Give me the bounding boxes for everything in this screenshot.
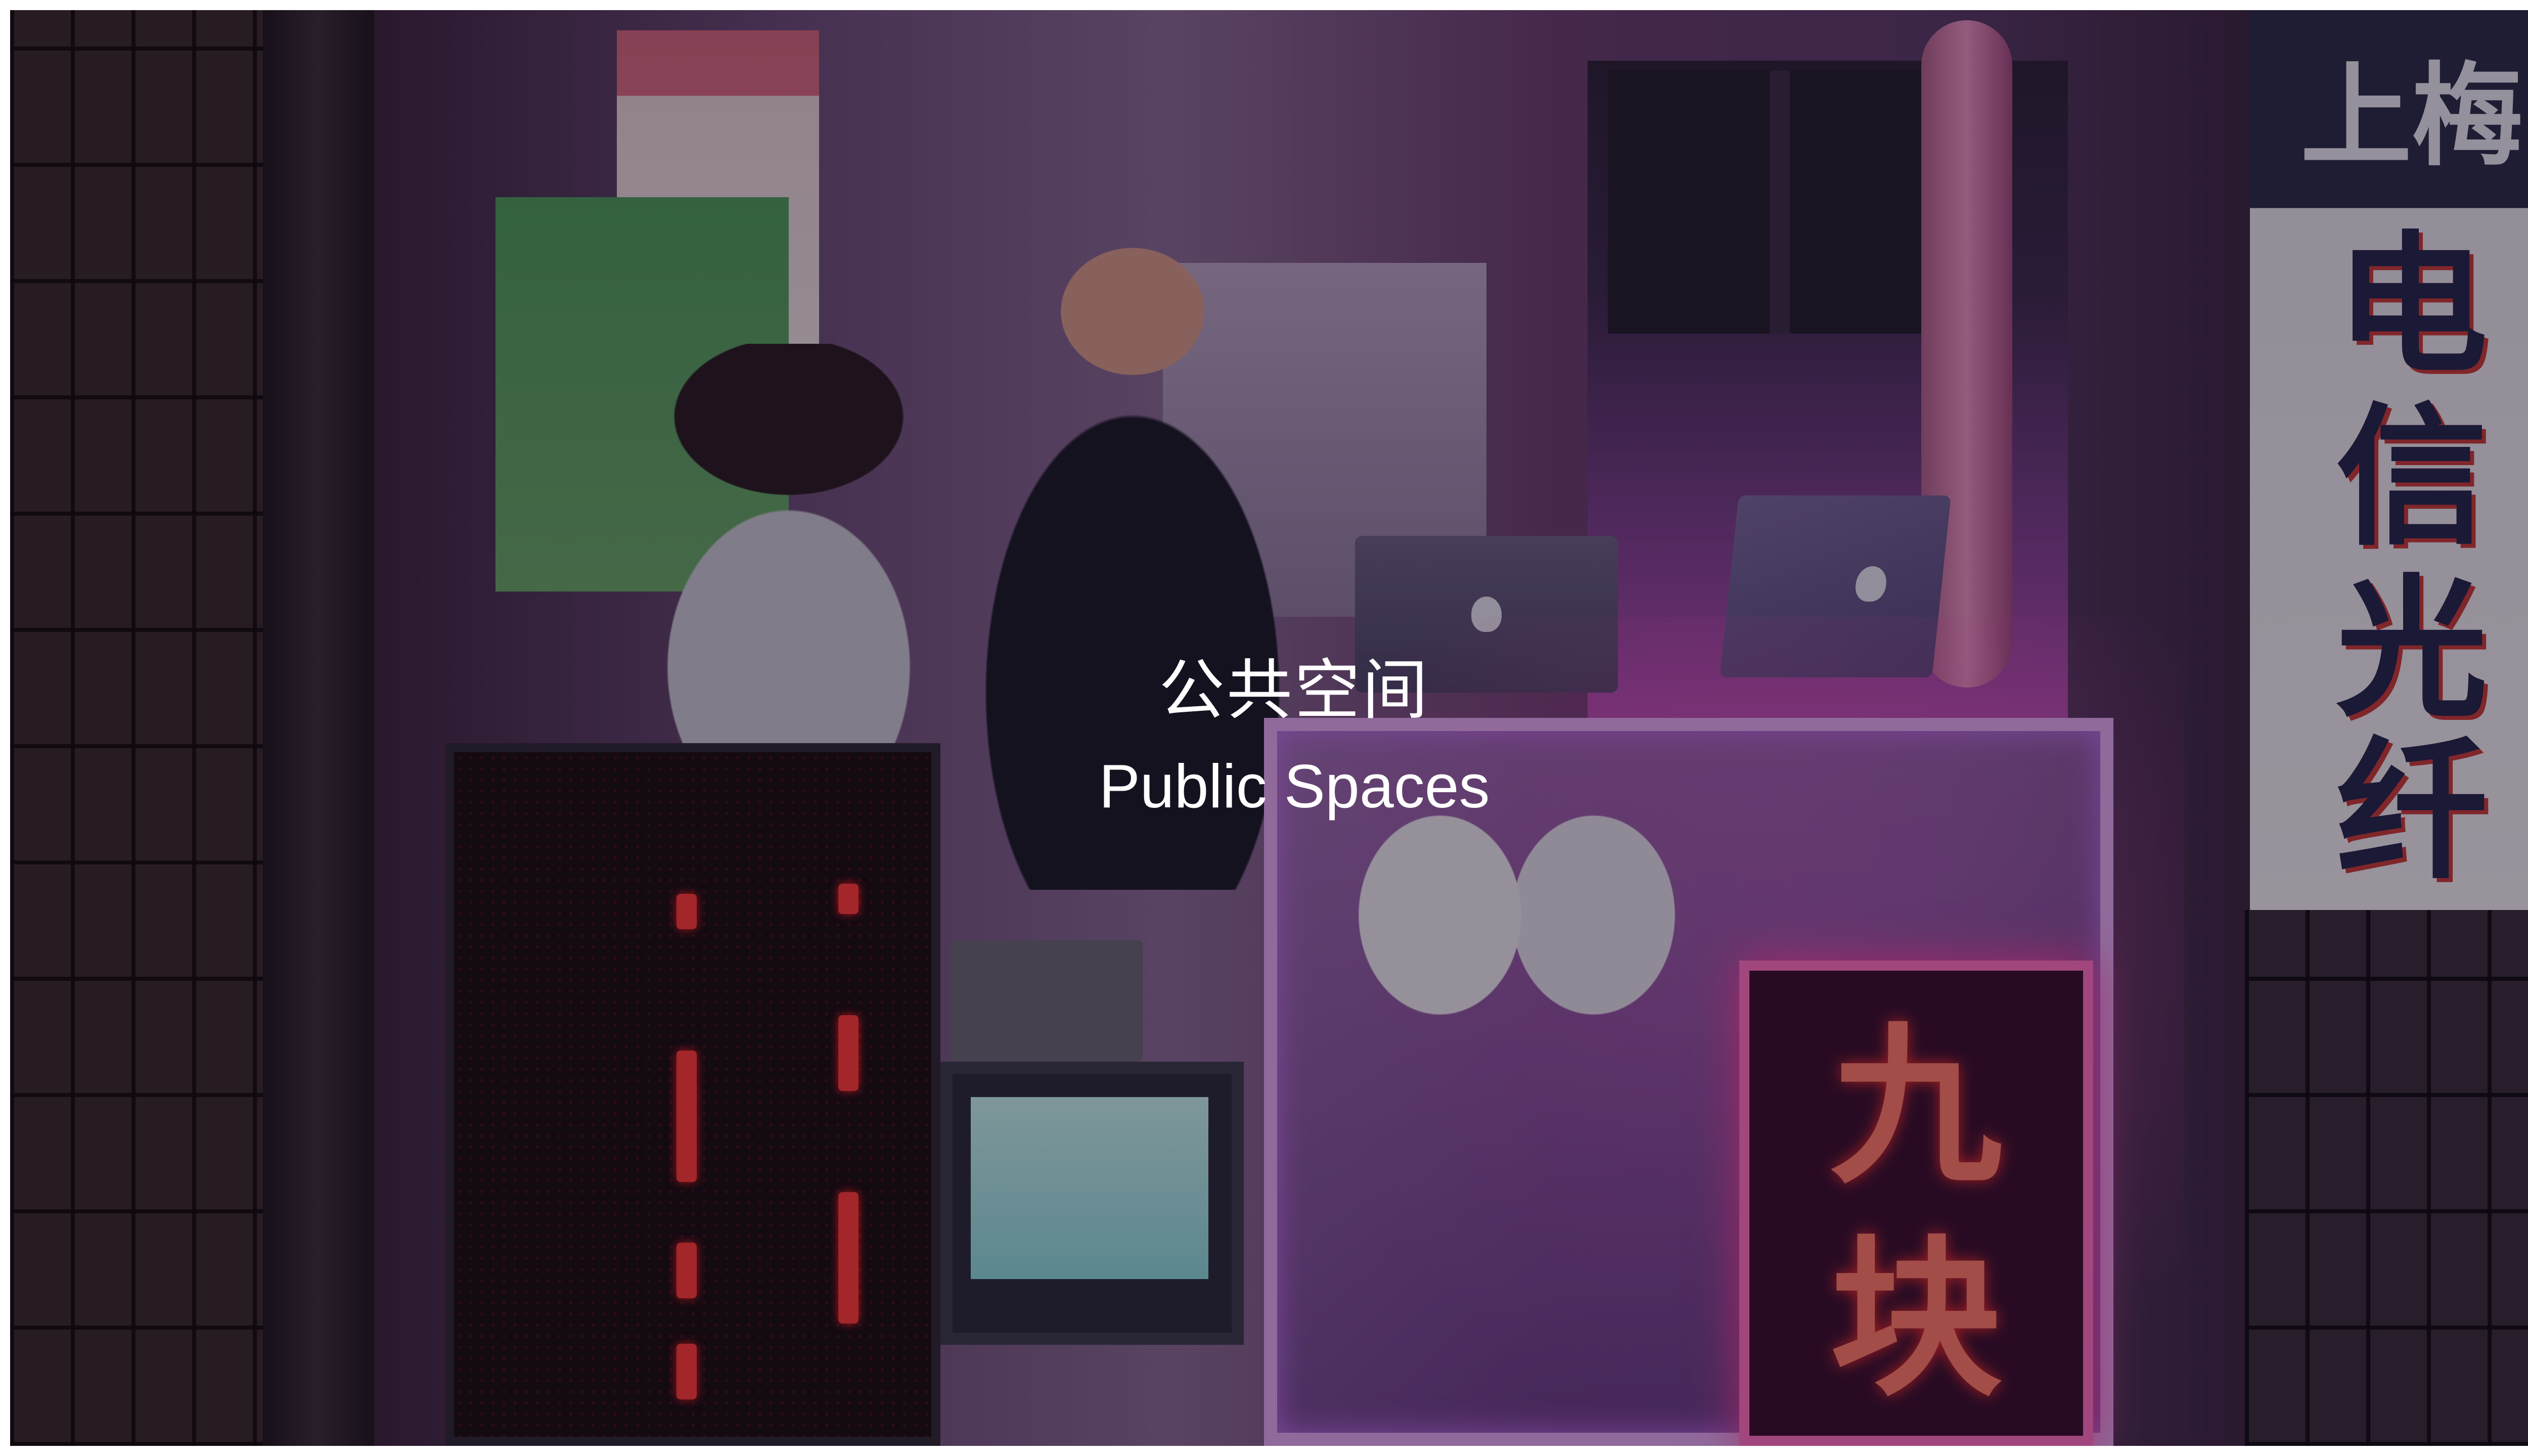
title-english: Public Spaces bbox=[1099, 752, 1490, 821]
title-chinese: 公共空间 bbox=[1158, 652, 1430, 729]
slide-frame: 上梅 电 信 光 纤 九块 公共空间 Public Spaces bbox=[10, 10, 2528, 1446]
